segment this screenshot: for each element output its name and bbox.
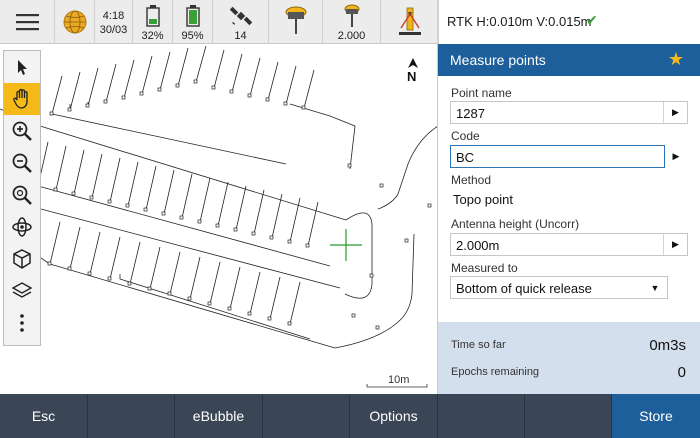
orbit-icon xyxy=(12,217,32,237)
zoom-in-icon xyxy=(12,121,32,141)
measured-to-label: Measured to xyxy=(451,261,518,275)
rover-target-icon xyxy=(344,4,360,27)
more-dots-icon xyxy=(20,314,24,332)
ebubble-button[interactable]: eBubble xyxy=(175,394,263,438)
hamburger-menu-icon xyxy=(16,14,39,31)
chevron-down-icon: ▼ xyxy=(650,282,660,293)
zoom-out-button[interactable] xyxy=(4,147,40,179)
battery-icon xyxy=(186,5,200,27)
measurement-info: Time so far 0m3s Epochs remaining 0 xyxy=(438,322,700,394)
store-button[interactable]: Store xyxy=(612,394,700,438)
cube-view-button[interactable] xyxy=(4,243,40,275)
zoom-extents-button[interactable] xyxy=(4,179,40,211)
time-date-cell[interactable]: 4:18 30/03 xyxy=(95,0,133,44)
esc-button[interactable]: Esc xyxy=(0,394,88,438)
code-value: BC xyxy=(456,150,475,165)
chevron-right-icon[interactable]: ▶ xyxy=(663,102,687,123)
time-so-far-value: 0m3s xyxy=(649,337,686,354)
date-text: 30/03 xyxy=(99,24,128,36)
softkey-blank-4[interactable] xyxy=(525,394,612,438)
panel-title: Measure points xyxy=(450,52,546,68)
satellite-icon xyxy=(229,6,253,26)
chevron-right-icon[interactable]: ▶ xyxy=(663,234,687,255)
softkey-bar: Esc eBubble Options Store xyxy=(0,394,700,438)
satellites-cell[interactable]: 14 xyxy=(213,0,269,44)
rtk-status[interactable]: RTK H:0.010m V:0.015m xyxy=(438,0,700,44)
scale-label: 10m xyxy=(388,374,410,386)
map-view[interactable]: N 10m xyxy=(0,44,438,394)
panel-header: Measure points ★ xyxy=(438,44,700,76)
chevron-right-icon: ▶ xyxy=(672,151,680,161)
pan-hand-icon xyxy=(13,88,28,109)
point-name-field[interactable]: 1287 ▶ xyxy=(450,101,688,124)
gnss-receiver-icon xyxy=(285,6,307,34)
cube-view-icon xyxy=(13,249,31,269)
measure-points-panel: Measure points ★ Point name 1287 ▶ Code … xyxy=(438,44,700,394)
method-label: Method xyxy=(451,173,492,187)
options-button[interactable]: Options xyxy=(350,394,438,438)
point-name-label: Point name xyxy=(451,86,512,100)
zoom-in-button[interactable] xyxy=(4,115,40,147)
epochs-remaining-value: 0 xyxy=(677,364,686,381)
softkey-blank-1[interactable] xyxy=(88,394,175,438)
receiver-cell[interactable] xyxy=(269,0,323,44)
antenna-height-label: Antenna height (Uncorr) xyxy=(451,217,580,231)
softkey-blank-2[interactable] xyxy=(263,394,350,438)
code-field[interactable]: BC xyxy=(450,145,665,168)
crosshair-icon xyxy=(330,229,362,261)
north-arrow: N xyxy=(405,58,421,88)
method-value: Topo point xyxy=(453,192,513,207)
epochs-remaining-label: Epochs remaining xyxy=(451,366,540,378)
antenna-height-value: 2.000m xyxy=(456,238,500,253)
map-toolbar xyxy=(3,50,41,346)
battery-2-cell[interactable]: 95% xyxy=(173,0,213,44)
target-height-cell[interactable]: 2.000 xyxy=(323,0,381,44)
zoom-extents-icon xyxy=(12,185,32,205)
menu-button[interactable] xyxy=(0,0,55,44)
instrument-level-icon xyxy=(399,7,421,35)
point-name-value: 1287 xyxy=(456,106,485,121)
checkmark-icon: ✔ xyxy=(586,12,598,28)
target-height-value: 2.000 xyxy=(337,30,366,42)
antenna-height-field[interactable]: 2.000m ▶ xyxy=(450,233,688,256)
battery-1-cell[interactable]: 32% xyxy=(133,0,173,44)
measured-to-value: Bottom of quick release xyxy=(456,281,592,296)
globe-icon xyxy=(63,10,87,34)
time-text: 4:18 xyxy=(102,10,125,22)
pan-tool-button[interactable] xyxy=(4,83,40,115)
softkey-blank-3[interactable] xyxy=(438,394,525,438)
satellite-count: 14 xyxy=(234,30,247,42)
code-arrow-button[interactable]: ▶ xyxy=(664,145,688,168)
map-linework xyxy=(0,45,437,388)
select-arrow-icon xyxy=(18,60,27,75)
orbit-button[interactable] xyxy=(4,211,40,243)
select-tool-button[interactable] xyxy=(4,51,40,83)
battery-icon xyxy=(146,5,160,27)
north-label: N xyxy=(407,69,417,84)
more-tools-button[interactable] xyxy=(4,307,40,339)
time-so-far-label: Time so far xyxy=(451,339,506,351)
code-label: Code xyxy=(451,129,480,143)
zoom-out-icon xyxy=(12,153,32,173)
battery-1-percent: 32% xyxy=(141,30,164,42)
instrument-cell[interactable] xyxy=(381,0,438,44)
layers-button[interactable] xyxy=(4,275,40,307)
globe-button[interactable] xyxy=(55,0,95,44)
measured-to-dropdown[interactable]: Bottom of quick release ▼ xyxy=(450,276,668,299)
favorite-star-icon[interactable]: ★ xyxy=(668,49,684,70)
layers-icon xyxy=(11,282,33,298)
battery-2-percent: 95% xyxy=(181,30,204,42)
rtk-precision-text: RTK H:0.010m V:0.015m xyxy=(447,14,592,29)
